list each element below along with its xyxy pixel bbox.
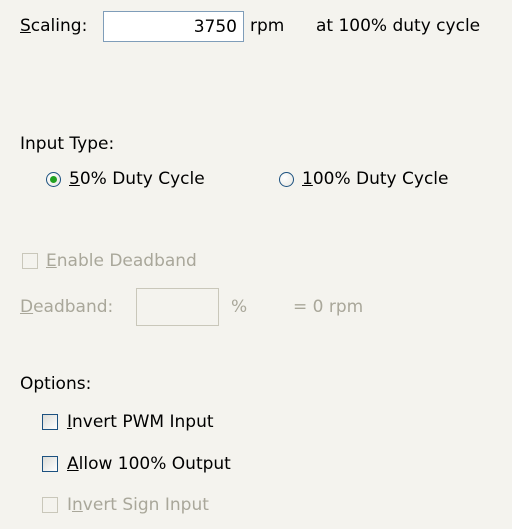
- radio-50-text: 0% Duty Cycle: [79, 169, 205, 189]
- allow-100-output-label[interactable]: Allow 100% Output: [67, 454, 231, 474]
- scaling-note: at 100% duty cycle: [316, 16, 481, 36]
- scaling-input-box[interactable]: [103, 11, 244, 42]
- radio-50-duty-cycle-label[interactable]: 50% Duty Cycle: [69, 169, 205, 189]
- deadband-input[interactable]: [137, 289, 218, 325]
- deadband-label: Deadband:: [20, 297, 113, 317]
- deadband-label-text: eadband:: [33, 297, 114, 317]
- radio-50-mnemonic: 5: [69, 169, 80, 189]
- deadband-equivalent: = 0 rpm: [293, 297, 364, 317]
- invert-pwm-input-label[interactable]: Invert PWM Input: [67, 412, 214, 432]
- pwm-input-settings-panel: Scaling: rpm at 100% duty cycle Input Ty…: [0, 0, 512, 529]
- invert-sign-input-label[interactable]: Invert Sign Input: [67, 495, 209, 515]
- input-type-heading: Input Type:: [20, 134, 115, 154]
- allow-100-text: llow 100% Output: [78, 454, 231, 474]
- options-heading: Options:: [20, 374, 92, 394]
- radio-100-mnemonic: 1: [302, 169, 313, 189]
- scaling-unit: rpm: [250, 16, 285, 36]
- invert-pwm-text: nvert PWM Input: [72, 412, 214, 432]
- radio-100-duty-cycle-label[interactable]: 100% Duty Cycle: [302, 169, 448, 189]
- scaling-label-text: caling:: [30, 16, 88, 36]
- allow-100-output-checkbox[interactable]: [42, 456, 58, 472]
- enable-deadband-checkbox[interactable]: [22, 253, 38, 269]
- allow-100-mnemonic: A: [67, 454, 79, 474]
- invert-sign-text: vert Sign Input: [82, 495, 209, 515]
- deadband-input-box[interactable]: [136, 288, 219, 326]
- deadband-label-mnemonic: D: [20, 297, 34, 317]
- invert-sign-mnemonic: n: [72, 495, 83, 515]
- scaling-input[interactable]: [104, 12, 243, 41]
- enable-deadband-text: nable Deadband: [56, 251, 197, 271]
- scaling-label: Scaling:: [20, 16, 87, 36]
- enable-deadband-label[interactable]: Enable Deadband: [46, 251, 197, 271]
- invert-pwm-input-checkbox[interactable]: [42, 414, 58, 430]
- radio-100-duty-cycle[interactable]: [279, 172, 294, 187]
- radio-100-text: 00% Duty Cycle: [312, 169, 449, 189]
- radio-selected-dot: [50, 176, 57, 183]
- enable-deadband-mnemonic: E: [46, 251, 57, 271]
- scaling-label-mnemonic: S: [20, 16, 31, 36]
- invert-sign-input-checkbox[interactable]: [42, 497, 58, 513]
- radio-50-duty-cycle[interactable]: [46, 172, 61, 187]
- deadband-unit: %: [231, 297, 248, 317]
